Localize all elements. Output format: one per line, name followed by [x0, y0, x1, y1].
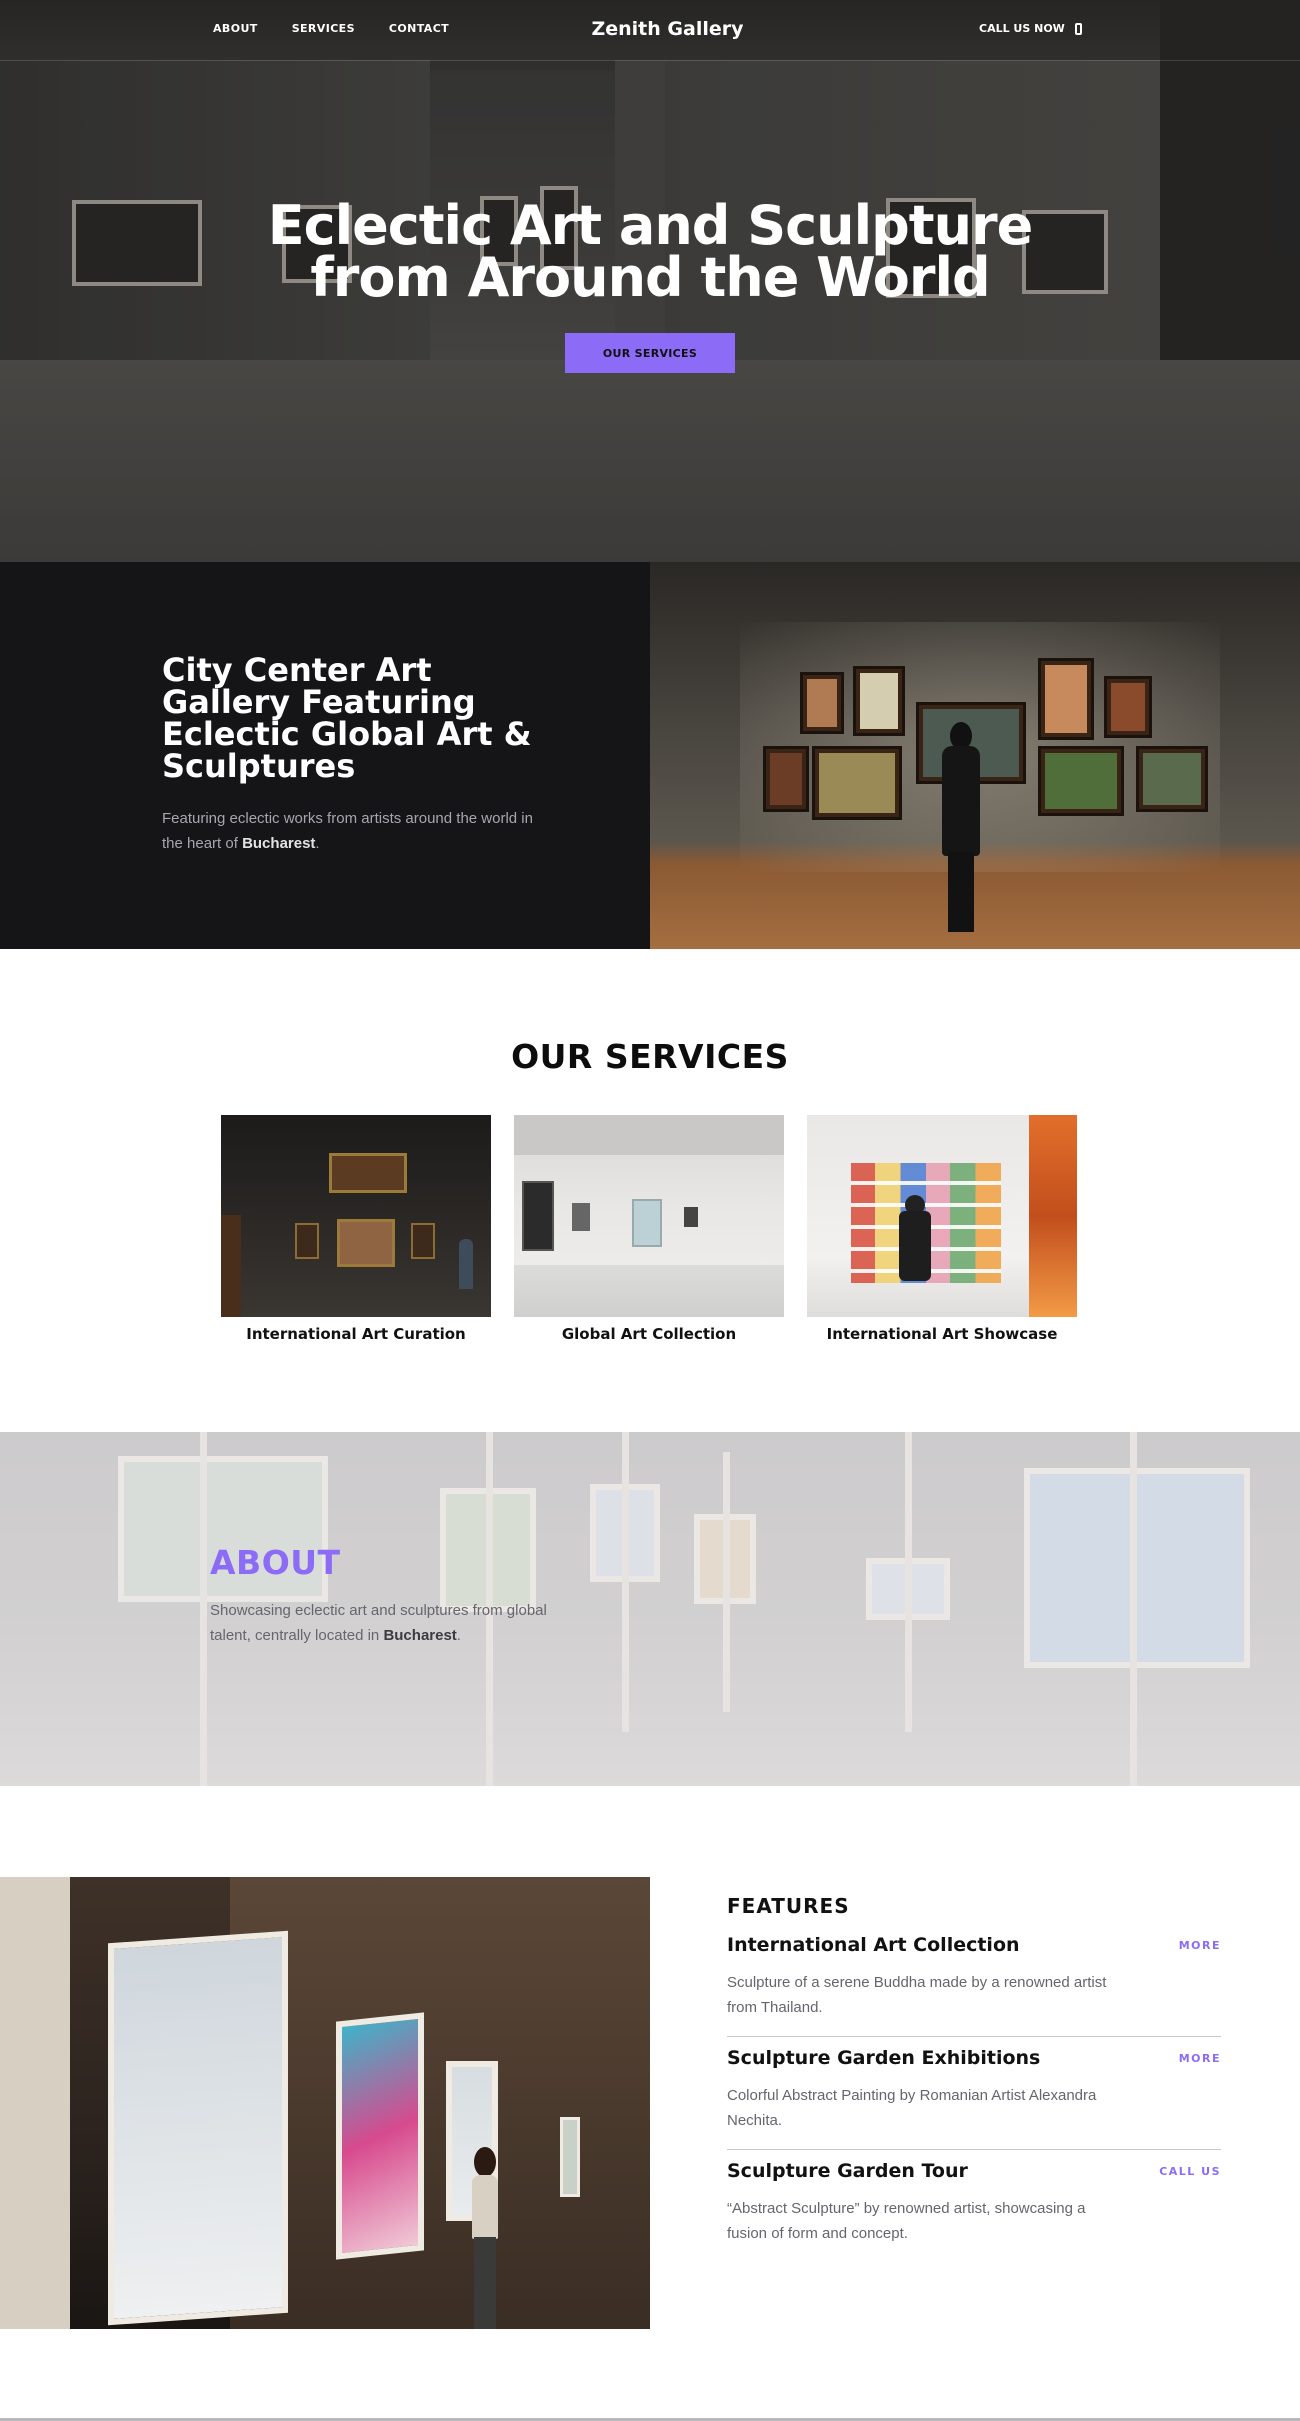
feature-item-collection: International Art Collection MORE Sculpt…	[727, 1934, 1221, 2037]
photo-painting	[1136, 746, 1208, 812]
city-center-description: Featuring eclectic works from artists ar…	[162, 806, 542, 856]
our-services-button[interactable]: OUR SERVICES	[565, 333, 735, 373]
far-canvas	[560, 2117, 580, 2197]
service-caption-curation: International Art Curation	[246, 1325, 466, 1343]
features-photo	[0, 1877, 650, 2329]
about-section: ABOUT Showcasing eclectic art and sculpt…	[0, 1432, 1300, 1786]
feature-more-link[interactable]: MORE	[1179, 2052, 1221, 2065]
top-nav: ABOUT SERVICES CONTACT Zenith Gallery CA…	[0, 0, 1300, 60]
photo-painting	[812, 746, 902, 820]
nav-divider	[0, 60, 1300, 61]
service-image-showcase	[807, 1115, 1077, 1317]
feature-description: Sculpture of a serene Buddha made by a r…	[727, 1974, 1107, 2016]
hero-title-line-2: from Around the World	[310, 246, 990, 309]
photo-arch	[230, 1877, 650, 2329]
feature-item-exhibitions: Sculpture Garden Exhibitions MORE Colorf…	[727, 2047, 1221, 2150]
photo-painting	[800, 672, 844, 734]
phone-icon	[1074, 22, 1082, 35]
city-center-title: City Center Art Gallery Featuring Eclect…	[162, 651, 532, 785]
about-desc-suffix: .	[456, 1627, 461, 1644]
feature-item-tour: Sculpture Garden Tour CALL US “Abstract …	[727, 2160, 1221, 2263]
service-card-collection[interactable]: Global Art Collection	[514, 1115, 784, 1343]
photo-painting	[1038, 746, 1124, 816]
call-us-label: CALL US NOW	[979, 22, 1065, 35]
service-caption-collection: Global Art Collection	[561, 1325, 737, 1343]
feature-call-link[interactable]: CALL US	[1159, 2165, 1221, 2178]
feature-description: “Abstract Sculpture” by renowned artist,…	[727, 2200, 1086, 2242]
photo-painting	[1038, 658, 1094, 740]
color-canvas	[336, 2012, 424, 2260]
photo-painting	[1104, 676, 1152, 738]
about-title: ABOUT	[210, 1543, 341, 1582]
feature-name: Sculpture Garden Tour	[727, 2160, 968, 2182]
city-center-section: City Center Art Gallery Featuring Eclect…	[0, 562, 1300, 949]
photo-window	[0, 1877, 70, 2329]
brand-logo[interactable]: Zenith Gallery	[0, 18, 1300, 40]
visitor-silhouette	[940, 722, 980, 932]
city-desc-text: Featuring eclectic works from artists ar…	[162, 810, 533, 852]
visitor-woman	[466, 2147, 502, 2329]
service-card-curation[interactable]: International Art Curation	[221, 1115, 491, 1343]
feature-name: Sculpture Garden Exhibitions	[727, 2047, 1041, 2069]
call-us-link[interactable]: CALL US NOW	[979, 22, 1082, 35]
feature-description: Colorful Abstract Painting by Romanian A…	[727, 2087, 1097, 2129]
service-caption-showcase: International Art Showcase	[826, 1325, 1058, 1343]
service-card-showcase[interactable]: International Art Showcase	[807, 1115, 1077, 1343]
photo-painting	[763, 746, 809, 812]
photo-painting	[853, 666, 905, 736]
hero-section: ABOUT SERVICES CONTACT Zenith Gallery CA…	[0, 0, 1300, 562]
services-title: OUR SERVICES	[511, 1037, 789, 1076]
feature-more-link[interactable]: MORE	[1179, 1939, 1221, 1952]
gallery-visitor-photo	[650, 562, 1300, 949]
about-desc-bold: Bucharest	[383, 1627, 457, 1644]
hero-title: Eclectic Art and Sculpture from Around t…	[0, 199, 1300, 305]
plane-canvas	[108, 1930, 288, 2326]
city-desc-bold: Bucharest	[242, 835, 316, 852]
about-overlay	[0, 1432, 1300, 1786]
city-desc-suffix: .	[315, 835, 320, 852]
about-description: Showcasing eclectic art and sculptures f…	[210, 1598, 550, 1648]
service-image-collection	[514, 1115, 784, 1317]
service-image-curation	[221, 1115, 491, 1317]
about-desc-text: Showcasing eclectic art and sculptures f…	[210, 1602, 547, 1644]
feature-name: International Art Collection	[727, 1934, 1020, 1956]
features-title: FEATURES	[727, 1894, 850, 1918]
